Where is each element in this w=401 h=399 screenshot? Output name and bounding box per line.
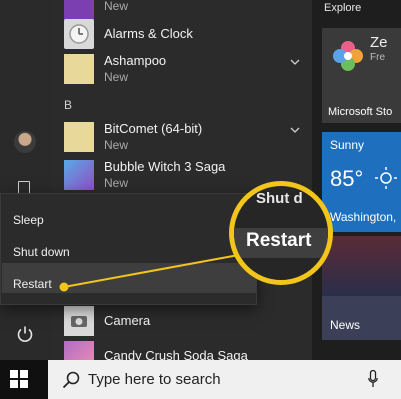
app-sub: New	[104, 70, 129, 84]
explore-heading: Explore	[324, 2, 362, 14]
weather-tile[interactable]: Sunny 85° Washington,	[322, 132, 401, 232]
app-name: BitComet (64-bit)	[104, 121, 203, 136]
news-tile[interactable]: News	[322, 236, 401, 340]
shutdown-option[interactable]: Shut down	[13, 245, 70, 259]
store-tile[interactable]: Ze Fre Microsoft Sto	[322, 28, 401, 123]
game-icon	[64, 160, 94, 190]
magnifier-ghost-text: Shut d	[256, 190, 303, 207]
restart-magnifier: Shut d Restart	[229, 181, 333, 285]
search-box[interactable]: Type here to search	[48, 360, 401, 399]
power-menu: Sleep Shut down Restart	[0, 193, 257, 305]
search-input[interactable]: Type here to search	[88, 371, 221, 388]
news-image	[322, 236, 401, 296]
folder-icon	[64, 54, 94, 84]
store-badge-sub: Fre	[370, 52, 385, 63]
list-item[interactable]: Bubble Witch 3 Saga New	[64, 157, 225, 193]
clock-icon	[64, 19, 94, 49]
app-name: Camera	[104, 313, 151, 328]
camera-icon	[64, 306, 94, 336]
taskbar: Type here to search	[0, 360, 401, 399]
app-sub: New	[104, 176, 129, 190]
search-icon	[62, 371, 80, 389]
store-title: Microsoft Sto	[328, 106, 393, 118]
section-letter[interactable]: B	[64, 98, 72, 112]
flower-icon	[333, 41, 363, 71]
user-avatar[interactable]	[14, 131, 36, 153]
start-rail	[0, 0, 52, 360]
app-name: Ashampoo	[104, 53, 167, 68]
sun-icon	[375, 167, 397, 189]
windows-start-icon[interactable]	[10, 370, 28, 388]
power-icon[interactable]	[16, 325, 34, 343]
list-item[interactable]: Alarms & Clock	[64, 16, 193, 52]
magnifier-label: Restart	[246, 230, 312, 251]
microphone-icon[interactable]	[368, 370, 378, 388]
app-name: Bubble Witch 3 Saga	[104, 159, 226, 174]
folder-icon	[64, 122, 94, 152]
app-name: Alarms & Clock	[104, 26, 193, 41]
list-item[interactable]: Camera	[64, 303, 150, 339]
restart-option[interactable]: Restart	[13, 277, 52, 291]
weather-city: Washington,	[330, 210, 397, 224]
app-sub: New	[104, 138, 129, 152]
sleep-option[interactable]: Sleep	[13, 213, 44, 227]
chevron-down-icon[interactable]	[290, 57, 300, 67]
list-item[interactable]: BitComet (64-bit) New	[64, 119, 202, 155]
app-list: New Alarms & Clock Ashampoo New B BitCome…	[52, 0, 312, 371]
app-sub: New	[104, 0, 129, 13]
news-label: News	[330, 318, 361, 332]
chevron-down-icon[interactable]	[290, 125, 300, 135]
store-badge: Ze	[370, 34, 388, 51]
live-tiles: Explore Ze Fre Microsoft Sto Sunny 85° W…	[312, 0, 401, 360]
weather-condition: Sunny	[330, 138, 365, 152]
weather-temp: 85°	[330, 166, 364, 191]
list-item[interactable]: Ashampoo New	[64, 51, 166, 87]
